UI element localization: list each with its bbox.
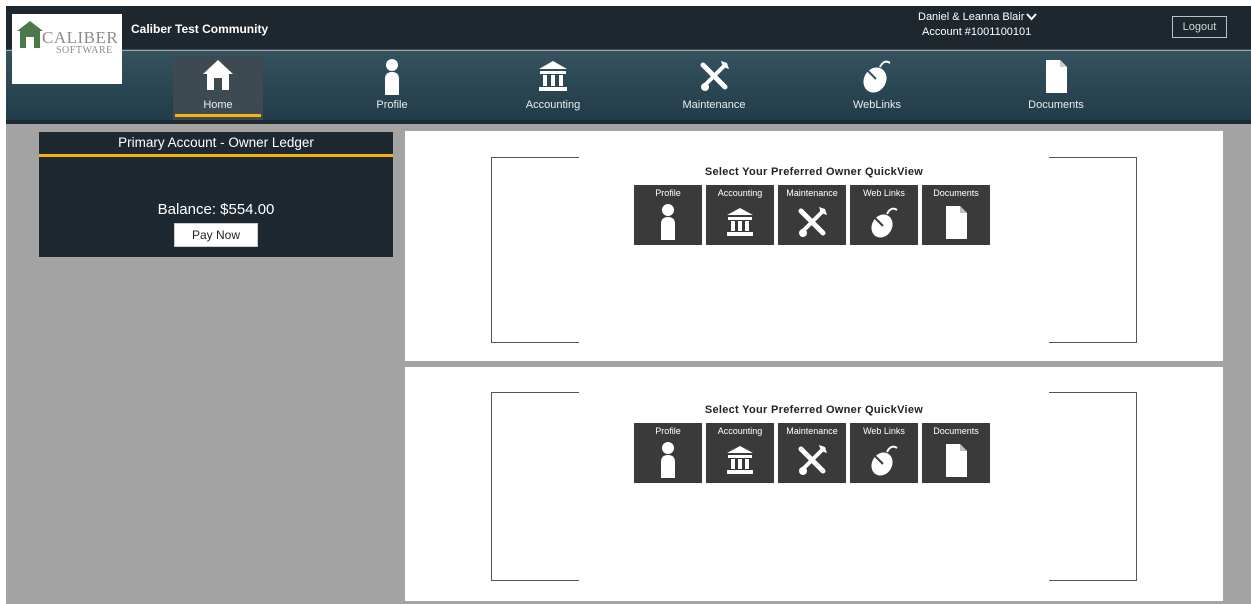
quickview-title: Select Your Preferred Owner QuickView — [704, 166, 924, 178]
bracket-left — [491, 392, 579, 581]
tools-icon — [798, 445, 827, 475]
quickview-tile-documents[interactable]: Documents — [922, 185, 990, 245]
account-number: Account #1001100101 — [922, 26, 1032, 38]
bank-icon — [727, 208, 753, 236]
nav-documents-label: Documents — [1028, 99, 1084, 111]
quickview-tiles: Profile Accounting Maintenance Web Links… — [634, 423, 994, 485]
person-icon — [661, 442, 675, 478]
tile-label: Documents — [933, 426, 979, 436]
tile-label: Maintenance — [786, 426, 838, 436]
nav-maintenance-label: Maintenance — [682, 99, 746, 111]
quickview-panel: Select Your Preferred Owner QuickView Pr… — [405, 367, 1223, 601]
bracket-left — [491, 157, 579, 343]
tile-label: Documents — [933, 188, 979, 198]
active-indicator — [175, 114, 261, 117]
home-icon — [203, 60, 233, 90]
bracket-right — [1049, 392, 1137, 581]
tools-icon — [700, 61, 729, 91]
quickview-tiles: Profile Accounting Maintenance Web Links… — [634, 185, 994, 247]
user-name[interactable]: Daniel & Leanna Blair — [918, 10, 1031, 25]
quickview-panel: Select Your Preferred Owner QuickView Pr… — [405, 131, 1223, 361]
owner-ledger-panel: Primary Account - Owner Ledger Balance: … — [39, 132, 393, 257]
user-account-menu[interactable]: Daniel & Leanna Blair Account #100110010… — [918, 10, 1031, 40]
bank-icon — [539, 61, 567, 91]
quickview-tile-maintenance[interactable]: Maintenance — [778, 423, 846, 483]
nav-profile[interactable]: Profile — [347, 51, 437, 121]
quickview-tile-documents[interactable]: Documents — [922, 423, 990, 483]
balance-amount: Balance: $554.00 — [157, 201, 275, 218]
quickview-tile-accounting[interactable]: Accounting — [706, 423, 774, 483]
logo-subtext: SOFTWARE — [56, 45, 113, 56]
nav-accounting-label: Accounting — [525, 99, 581, 111]
nav-documents[interactable]: Documents — [1011, 51, 1101, 121]
document-icon — [946, 444, 967, 477]
pay-now-button[interactable]: Pay Now — [174, 223, 258, 247]
person-icon — [661, 204, 675, 240]
document-icon — [946, 206, 967, 239]
logo-house-icon — [17, 21, 43, 48]
mouse-icon — [863, 60, 891, 93]
quickview-title: Select Your Preferred Owner QuickView — [704, 404, 924, 416]
quickview-tile-maintenance[interactable]: Maintenance — [778, 185, 846, 245]
community-name[interactable]: Caliber Test Community — [131, 22, 268, 36]
person-icon — [385, 59, 399, 95]
bracket-right — [1049, 157, 1137, 343]
ledger-divider — [39, 154, 393, 157]
quickview-tile-profile[interactable]: Profile — [634, 423, 702, 483]
bank-icon — [727, 446, 753, 474]
tile-label: Profile — [655, 426, 681, 436]
quickview-tile-profile[interactable]: Profile — [634, 185, 702, 245]
app-frame: Caliber Test Community Daniel & Leanna B… — [6, 6, 1251, 604]
nav-accounting[interactable]: Accounting — [508, 51, 598, 121]
mouse-icon — [871, 445, 898, 476]
tile-label: Accounting — [717, 426, 763, 436]
nav-home-label: Home — [203, 99, 233, 111]
top-bar: Caliber Test Community Daniel & Leanna B… — [6, 6, 1251, 50]
nav-home[interactable]: Home — [173, 56, 263, 120]
caliber-logo[interactable]: CALIBER SOFTWARE — [12, 14, 122, 84]
nav-weblinks[interactable]: WebLinks — [832, 51, 922, 121]
tile-label: Maintenance — [786, 188, 838, 198]
tools-icon — [798, 207, 827, 237]
ledger-title: Primary Account - Owner Ledger — [118, 135, 314, 150]
tile-label: Accounting — [717, 188, 763, 198]
nav-profile-label: Profile — [376, 99, 408, 111]
nav-maintenance[interactable]: Maintenance — [669, 51, 759, 121]
logout-button[interactable]: Logout — [1172, 16, 1227, 38]
main-nav: Home Profile Accounting Maintenance WebL… — [6, 51, 1251, 124]
quickview-tile-weblinks[interactable]: Web Links — [850, 185, 918, 245]
mouse-icon — [871, 207, 898, 238]
tile-label: Web Links — [863, 188, 905, 198]
tile-label: Web Links — [863, 426, 905, 436]
quickview-tile-accounting[interactable]: Accounting — [706, 185, 774, 245]
chevron-down-icon[interactable] — [1026, 12, 1037, 24]
document-icon — [1046, 60, 1067, 93]
nav-weblinks-label: WebLinks — [852, 99, 902, 111]
tile-label: Profile — [655, 188, 681, 198]
quickview-tile-weblinks[interactable]: Web Links — [850, 423, 918, 483]
